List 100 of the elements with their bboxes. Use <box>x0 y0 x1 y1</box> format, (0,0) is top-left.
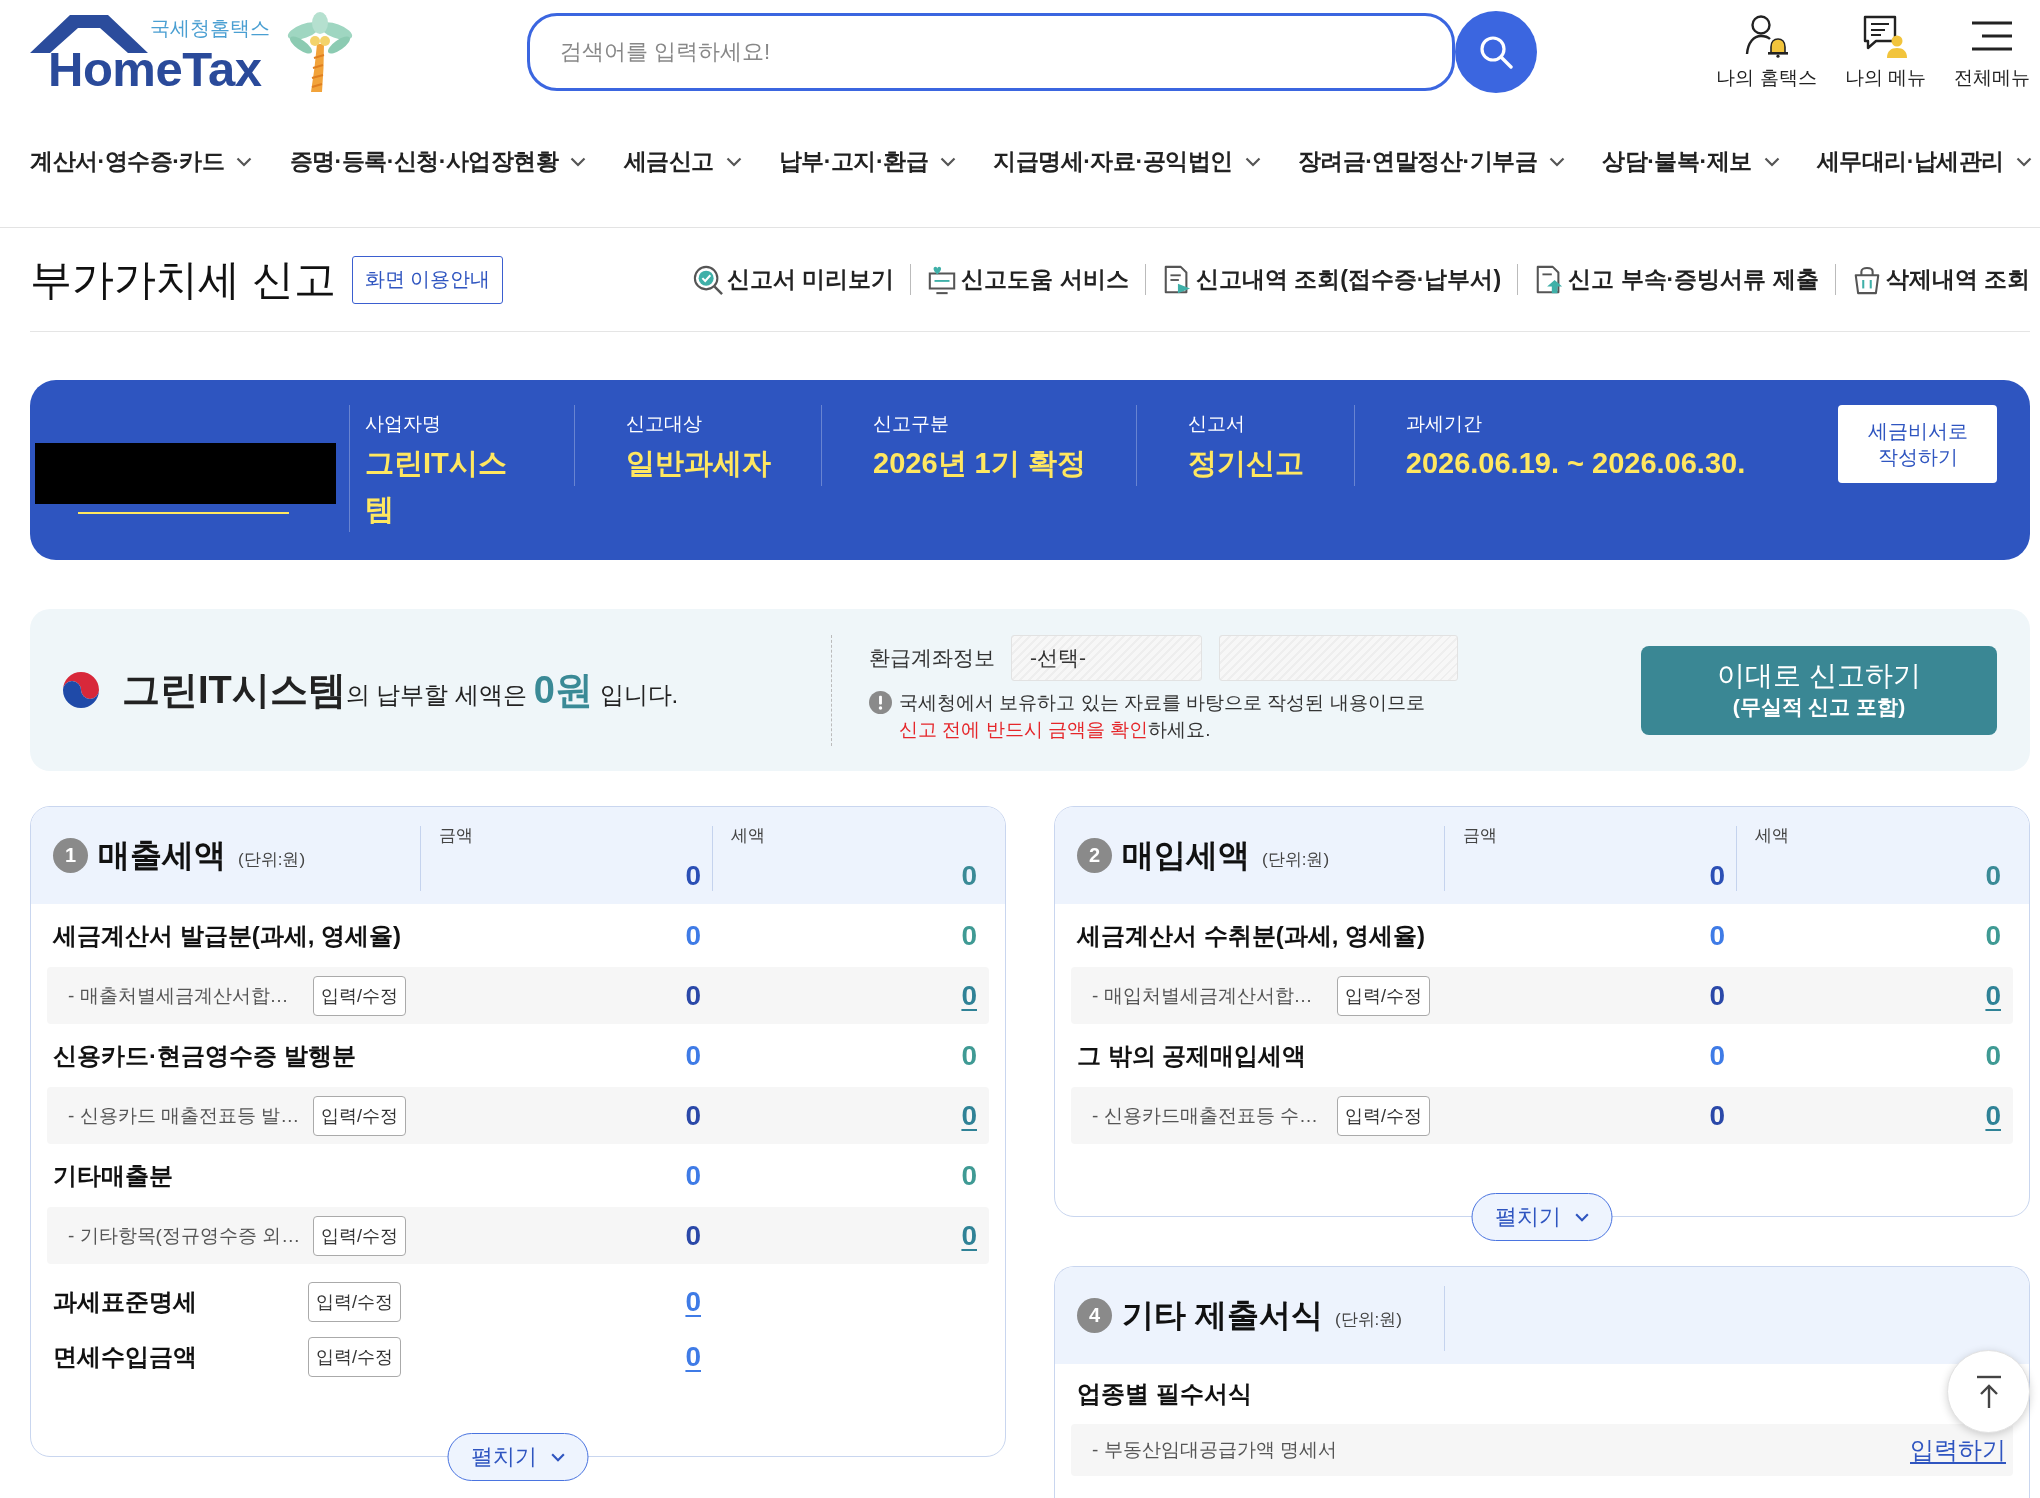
palm-tree-icon <box>285 12 355 92</box>
edit-button[interactable]: 입력/수정 <box>1337 975 1430 1016</box>
tax-link[interactable]: 0 <box>961 1099 977 1132</box>
field-label: 신고구분 <box>873 412 950 436</box>
toolbar-link[interactable]: 신고도움 서비스 <box>910 264 1129 295</box>
nav-menu-item[interactable]: 증명·등록·신청·사업장현황 <box>289 146 587 177</box>
field-value: 2026년 1기 확정 <box>873 446 1086 481</box>
tax-link[interactable]: 0 <box>961 979 977 1012</box>
subsection-title: 업종별 필수서식 <box>1076 1379 1252 1409</box>
chevron-down-icon <box>550 1452 566 1462</box>
assistant-button[interactable]: 세금비서로 작성하기 <box>1838 405 1997 483</box>
chevron-down-icon <box>570 156 587 167</box>
edit-button[interactable]: 입력/수정 <box>1337 1095 1430 1136</box>
search-icon <box>1479 35 1513 69</box>
form-label: - 부동산임대공급가액 명세서 <box>1092 1438 1337 1462</box>
tax-link[interactable]: 0 <box>1985 979 2001 1012</box>
tax-summary-text: 그린IT시스템의 납부할 세액은 0원 입니다. <box>122 667 679 713</box>
amount-value: 0 <box>685 1159 701 1192</box>
chevron-down-icon <box>725 156 742 167</box>
field-value: 그린IT시스템 <box>365 446 508 527</box>
tax-link[interactable]: 0 <box>961 1219 977 1252</box>
row-label: 세금계산서 발급분(과세, 영세율) <box>51 920 402 951</box>
section-title: 기타 제출서식 <box>1122 1295 1323 1335</box>
field-value: 일반과세자 <box>626 446 771 481</box>
unit-label: (단위:원) <box>1262 849 1330 871</box>
alert-icon <box>869 690 892 714</box>
search-field[interactable]: 검색어를 입력하세요! <box>527 13 1455 91</box>
tax-value: 0 <box>961 1159 977 1192</box>
field-label: 신고서 <box>1187 412 1246 436</box>
nav-menu-item[interactable]: 세무대리·납세관리 <box>1816 146 2032 177</box>
total-tax: 0 <box>961 861 977 891</box>
section-number: 2 <box>1077 838 1112 873</box>
submit-report-button[interactable]: 이대로 신고하기 (무실적 신고 포함) <box>1641 645 1997 735</box>
toolbar-link[interactable]: 신고 부속·증빙서류 제출 <box>1517 264 1819 295</box>
amount-value: 0 <box>1709 1039 1725 1072</box>
chevron-down-icon <box>2016 156 2032 167</box>
amount-value: 0 <box>1709 1099 1725 1132</box>
detail-label: - 신용카드 매출전표등 발… <box>68 1103 301 1128</box>
quick-menu-button[interactable]: 전체메뉴 <box>1954 13 2030 91</box>
quick-menu-button[interactable]: 나의 메뉴 <box>1844 13 1926 91</box>
chevron-down-icon <box>940 156 957 167</box>
column-label: 금액 <box>1463 826 1497 846</box>
field-value: 2026.06.19. ~ 2026.06.30. <box>1405 446 1746 481</box>
column-label: 세액 <box>1755 826 1789 846</box>
expand-button[interactable]: 펼치기 <box>447 1433 589 1481</box>
logo-text[interactable]: HomeTax <box>48 47 280 91</box>
quick-menu-button[interactable]: 나의 홈택스 <box>1716 13 1817 91</box>
person-bell-icon <box>1744 14 1789 58</box>
unit-label: (단위:원) <box>1334 1309 1402 1331</box>
toolbar-link[interactable]: 삭제내역 조회 <box>1834 264 2030 295</box>
nav-menu-item[interactable]: 장려금·연말정산·기부금 <box>1297 146 1566 177</box>
amount-value: 0 <box>685 1099 701 1132</box>
amount-link[interactable]: 0 <box>685 1340 701 1373</box>
section-number: 1 <box>53 838 88 873</box>
edit-button[interactable]: 입력/수정 <box>308 1281 401 1322</box>
total-amount: 0 <box>1709 861 1725 891</box>
nav-menu-item[interactable]: 납부·고지·환급 <box>778 146 957 177</box>
chevron-down-icon <box>1763 156 1780 167</box>
edit-button[interactable]: 입력/수정 <box>313 975 406 1016</box>
amount-link[interactable]: 0 <box>685 1285 701 1318</box>
amount-value: 0 <box>685 919 701 952</box>
document-upload-icon <box>1534 264 1565 295</box>
row-label: 기타매출분 <box>52 1160 174 1191</box>
toolbar-link[interactable]: 신고서 미리보기 <box>693 264 895 295</box>
nav-menu-item[interactable]: 지급명세·자료·공익법인 <box>993 146 1261 177</box>
amount-value: 0 <box>685 1219 701 1252</box>
amount-value: 0 <box>1709 979 1725 1012</box>
notice-text: 국세청에서 보유하고 있는 자료를 바탕으로 작성된 내용이므로 신고 전에 반드시 금액을 확인하세요. <box>899 690 1425 742</box>
input-link[interactable]: 입력하기 <box>1910 1434 2006 1466</box>
row-label: 세금계산서 수취분(과세, 영세율) <box>1075 920 1426 951</box>
tax-value: 0 <box>1985 1039 2001 1072</box>
field-label: 사업자명 <box>365 412 442 436</box>
field-label: 신고대상 <box>626 412 703 436</box>
tax-link[interactable]: 0 <box>1985 1099 2001 1132</box>
tax-value: 0 <box>961 919 977 952</box>
nav-menu-item[interactable]: 세금신고 <box>623 146 742 177</box>
detail-label: - 기타항목(정규영수증 외… <box>68 1223 302 1248</box>
unit-label: (단위:원) <box>238 849 306 871</box>
row-label: 신용카드·현금영수증 발행분 <box>52 1040 357 1071</box>
taegeuk-icon <box>61 670 101 710</box>
nav-menu-item[interactable]: 계산서·영수증·카드 <box>30 146 253 177</box>
guide-button[interactable]: 화면 이용안내 <box>351 255 504 304</box>
amount-value: 0 <box>1709 919 1725 952</box>
detail-label: - 신용카드매출전표등 수… <box>1092 1103 1319 1128</box>
edit-button[interactable]: 입력/수정 <box>313 1215 406 1256</box>
expand-button[interactable]: 펼치기 <box>1471 1193 1613 1241</box>
toolbar-link[interactable]: 신고내역 조회(접수증·납부서) <box>1144 264 1502 295</box>
chevron-down-icon <box>1244 156 1261 167</box>
detail-label: - 매출처별세금계산서합… <box>68 983 290 1008</box>
page-title: 부가가치세 신고 <box>30 254 336 305</box>
section-title: 매입세액 <box>1122 835 1250 875</box>
section-title: 매출세액 <box>98 835 226 875</box>
edit-button[interactable]: 입력/수정 <box>313 1095 406 1136</box>
tax-value: 0 <box>1985 919 2001 952</box>
total-amount: 0 <box>685 861 701 891</box>
column-label: 금액 <box>439 826 473 846</box>
nav-menu-item[interactable]: 상담·불복·제보 <box>1602 146 1780 177</box>
magnifier-check-icon <box>693 264 723 295</box>
field-value: 정기신고 <box>1187 446 1304 481</box>
edit-button[interactable]: 입력/수정 <box>308 1336 401 1377</box>
